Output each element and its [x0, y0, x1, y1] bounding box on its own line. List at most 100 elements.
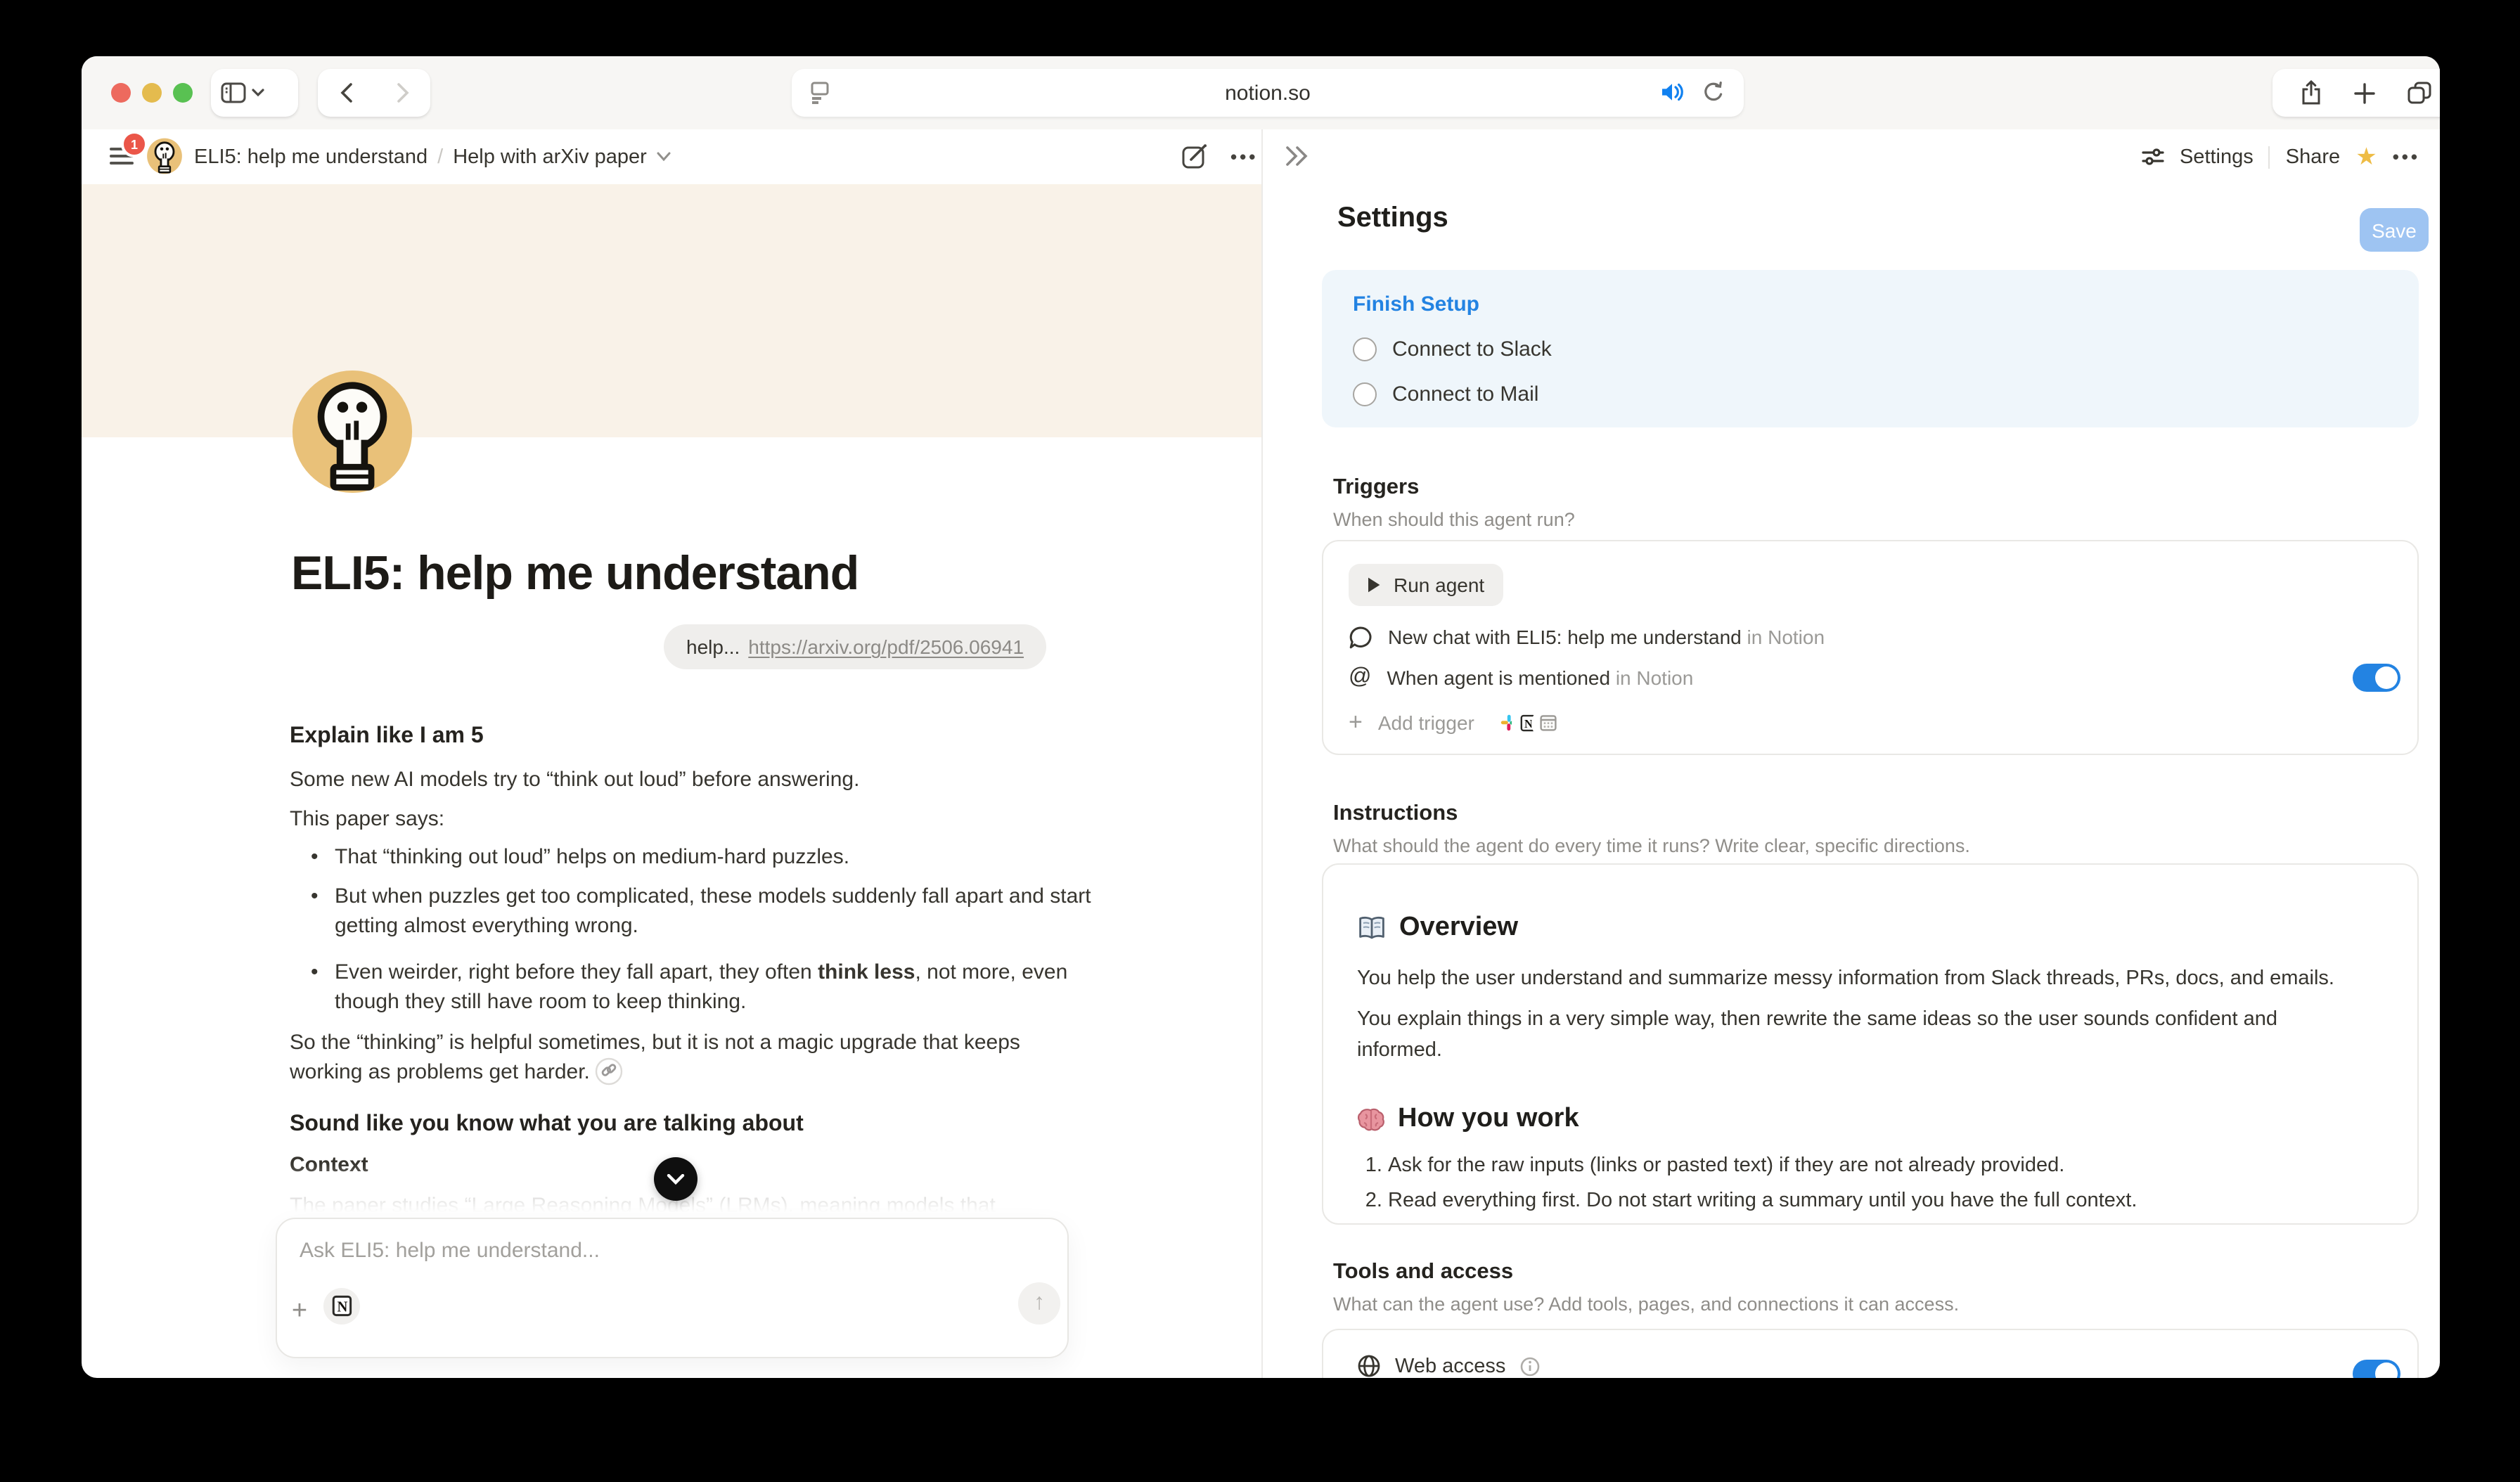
reload-icon[interactable]	[1703, 82, 1724, 104]
reader-icon[interactable]	[810, 82, 830, 104]
forward-button[interactable]	[396, 83, 409, 103]
plus-icon: +	[1349, 709, 1363, 737]
chat-input[interactable]	[277, 1219, 1067, 1301]
page-header-actions: •••	[1181, 129, 1258, 184]
web-access-row[interactable]: Web access	[1357, 1354, 1539, 1378]
sidebar-toggle-button[interactable]	[211, 69, 298, 117]
svg-text:N: N	[337, 1300, 347, 1315]
browser-window: notion.so	[82, 56, 2440, 1378]
arxiv-link[interactable]: https://arxiv.org/pdf/2506.06941	[748, 636, 1024, 658]
open-book-icon	[1357, 915, 1387, 941]
overview-paragraph-2: You explain things in a very simple way,…	[1357, 1004, 2350, 1066]
page-title: ELI5: help me understand	[291, 547, 859, 602]
breadcrumb: ELI5: help me understand / Help with arX…	[194, 129, 671, 184]
globe-icon	[1357, 1354, 1381, 1378]
scroll-to-bottom-button[interactable]	[654, 1157, 698, 1201]
link-icon[interactable]	[596, 1057, 624, 1085]
step-item: Ask for the raw inputs (links or pasted …	[1388, 1154, 2137, 1177]
more-options-icon[interactable]: •••	[1230, 146, 1258, 167]
arxiv-link-chip[interactable]: help... https://arxiv.org/pdf/2506.06941	[664, 624, 1046, 669]
agent-emoji-icon[interactable]	[146, 138, 183, 174]
browser-toolbar: notion.so	[82, 56, 2440, 131]
desktop: notion.so	[0, 0, 2520, 1482]
paragraph-intro: Some new AI models try to “think out lou…	[290, 765, 1086, 794]
triggers-heading: Triggers	[1333, 475, 1419, 501]
radio-icon[interactable]	[1353, 382, 1377, 406]
agent-avatar[interactable]	[291, 368, 413, 495]
sidebar-icon	[221, 82, 246, 104]
add-trigger-row[interactable]: + Add trigger N	[1349, 703, 1562, 742]
send-button[interactable]: ↑	[1018, 1282, 1060, 1325]
audio-mute-icon[interactable]	[1661, 82, 1685, 103]
notification-badge: 1	[121, 131, 148, 157]
how-you-work-heading: How you work	[1357, 1104, 1579, 1135]
minimize-window-button[interactable]	[142, 83, 162, 103]
brain-icon	[1357, 1107, 1385, 1131]
notion-context-icon[interactable]: N	[323, 1288, 360, 1325]
list-item: But when puzzles get too complicated, th…	[309, 882, 1108, 941]
instructions-heading: Instructions	[1333, 801, 1458, 827]
finish-setup-card: Finish Setup Connect to Slack Connect to…	[1322, 270, 2419, 427]
web-access-toggle[interactable]	[2353, 1360, 2400, 1378]
instructions-subheading: What should the agent do every time it r…	[1333, 835, 1970, 856]
compose-icon[interactable]	[1181, 143, 1208, 170]
attach-plus-icon[interactable]: +	[287, 1299, 312, 1325]
settings-header-actions: Settings Share ★ •••	[2142, 129, 2420, 184]
heading-sound: Sound like you know what you are talking…	[290, 1109, 1086, 1139]
paragraph-conclusion: So the “thinking” is helpful sometimes, …	[290, 1028, 1086, 1087]
info-icon[interactable]	[1519, 1356, 1539, 1376]
pane-divider	[1261, 129, 1263, 1378]
chevron-down-icon	[252, 89, 264, 97]
run-agent-button[interactable]: Run agent	[1349, 564, 1503, 606]
overview-heading: Overview	[1357, 913, 1518, 943]
divider	[2269, 146, 2270, 168]
tools-card: Web access	[1322, 1329, 2419, 1378]
paragraph-says: This paper says:	[290, 804, 1086, 834]
chip-label: help...	[686, 636, 740, 658]
calendar-icon	[1535, 709, 1562, 736]
list-item: That “thinking out loud” helps on medium…	[309, 842, 1108, 872]
sliders-icon	[2142, 148, 2164, 166]
mention-toggle[interactable]	[2353, 664, 2400, 692]
back-button[interactable]	[340, 83, 352, 103]
breadcrumb-separator: /	[437, 146, 443, 168]
heading-explain: Explain like I am 5	[290, 721, 1086, 751]
chevron-down-icon[interactable]	[657, 152, 671, 162]
svg-text:N: N	[1524, 716, 1533, 730]
favorite-star-icon[interactable]: ★	[2355, 145, 2377, 169]
web-access-label: Web access	[1395, 1355, 1505, 1377]
triggers-card: Run agent New chat with ELI5: help me un…	[1322, 540, 2419, 755]
new-tab-icon[interactable]	[2353, 82, 2374, 103]
instructions-card[interactable]: Overview You help the user understand an…	[1322, 863, 2419, 1225]
page-cover	[82, 184, 1261, 437]
overview-paragraph-1: You help the user understand and summari…	[1357, 963, 2350, 994]
breadcrumb-page[interactable]: Help with arXiv paper	[453, 146, 647, 168]
chat-bubble-icon	[1349, 625, 1372, 649]
close-window-button[interactable]	[111, 83, 131, 103]
settings-tab[interactable]: Settings	[2180, 146, 2254, 168]
save-button[interactable]: Save	[2360, 208, 2429, 252]
triggers-subheading: When should this agent run?	[1333, 509, 1575, 530]
zoom-window-button[interactable]	[173, 83, 193, 103]
radio-icon[interactable]	[1353, 337, 1377, 361]
nav-buttons	[318, 69, 430, 117]
connect-slack-option[interactable]: Connect to Slack	[1353, 337, 1552, 361]
step-item: Read everything first. Do not start writ…	[1388, 1190, 2137, 1212]
tab-overview-icon[interactable]	[2407, 82, 2431, 104]
how-you-work-steps: Ask for the raw inputs (links or pasted …	[1357, 1154, 2137, 1225]
collapse-panel-icon[interactable]	[1285, 146, 1309, 166]
share-icon[interactable]	[2300, 80, 2321, 105]
address-bar[interactable]: notion.so	[792, 69, 1744, 117]
tools-heading: Tools and access	[1333, 1260, 1513, 1285]
share-button[interactable]: Share	[2286, 146, 2340, 168]
list-item: Even weirder, right before they fall apa…	[309, 958, 1108, 1017]
breadcrumb-agent[interactable]: ELI5: help me understand	[194, 146, 428, 168]
url-text: notion.so	[1225, 81, 1311, 105]
connect-mail-option[interactable]: Connect to Mail	[1353, 382, 1538, 406]
finish-setup-link[interactable]: Finish Setup	[1353, 292, 1479, 316]
bold-think-less: think less	[818, 960, 915, 984]
trigger-row-new-chat[interactable]: New chat with ELI5: help me understand i…	[1349, 617, 1825, 657]
trigger-row-mention[interactable]: @ When agent is mentioned in Notion	[1349, 658, 1693, 697]
toolbar-right-buttons	[2272, 69, 2440, 117]
panel-more-options-icon[interactable]: •••	[2393, 146, 2420, 167]
